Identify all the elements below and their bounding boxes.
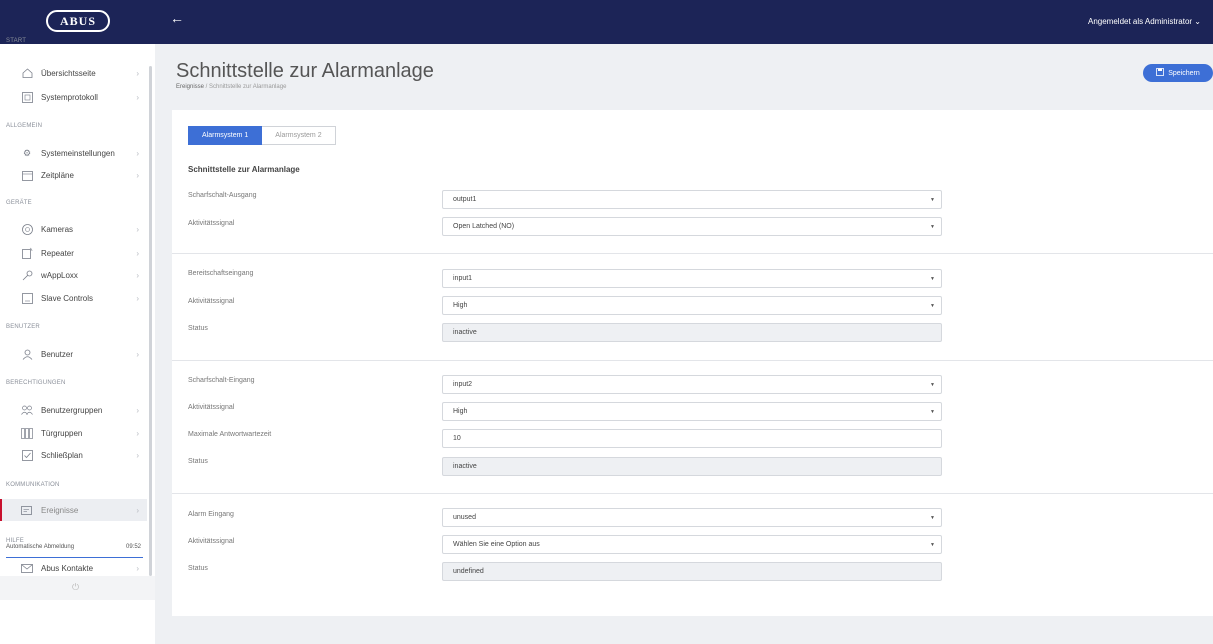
bereitschaftseingang-select[interactable]: input1 ▼ <box>442 269 942 288</box>
sidebar-item-kameras[interactable]: Kameras › <box>0 218 147 240</box>
tab-bar: Alarmsystem 1 Alarmsystem 2 <box>188 126 336 145</box>
chevron-right-icon: › <box>136 293 139 303</box>
chevron-right-icon: › <box>136 405 139 415</box>
page-title: Schnittstelle zur Alarmanlage <box>176 60 434 82</box>
camera-icon <box>20 222 34 236</box>
sidebar-item-systemeinstellungen[interactable]: ⚙ Systemeinstellungen › <box>0 142 147 164</box>
chevron-right-icon: › <box>136 170 139 180</box>
status-field-1: inactive <box>442 323 942 342</box>
field-label: Aktivitätssignal <box>188 538 235 545</box>
users-icon <box>20 403 34 417</box>
caret-down-icon: ▼ <box>930 515 935 521</box>
breadcrumb-root[interactable]: Ereignisse <box>176 84 204 90</box>
field-label: Aktivitätssignal <box>188 298 235 305</box>
chevron-right-icon: › <box>136 450 139 460</box>
sidebar-item-slave-controls[interactable]: Slave Controls › <box>0 287 147 309</box>
field-label: Bereitschaftseingang <box>188 270 254 277</box>
field-label: Scharfschalt-Eingang <box>188 377 255 384</box>
field-label: Alarm Eingang <box>188 511 234 518</box>
chevron-right-icon: › <box>136 224 139 234</box>
breadcrumb-current: Schnittstelle zur Alarmanlage <box>209 84 287 90</box>
repeater-icon <box>20 246 34 260</box>
chevron-right-icon: › <box>136 68 139 78</box>
field-label: Maximale Antwortwartezeit <box>188 431 272 438</box>
chevron-right-icon: › <box>136 505 139 515</box>
section-label-allgemein: ALLGEMEIN <box>6 123 43 129</box>
user-menu[interactable]: Angemeldet als Administrator ⌄ <box>1088 17 1201 26</box>
chevron-right-icon: › <box>136 349 139 359</box>
caret-down-icon: ▼ <box>930 197 935 203</box>
events-icon <box>20 503 34 517</box>
divider <box>172 253 1213 254</box>
auto-logout-progress <box>6 557 143 558</box>
key-icon <box>20 268 34 282</box>
field-label: Status <box>188 565 208 572</box>
aktivitaetssignal-select-3[interactable]: High ▼ <box>442 402 942 421</box>
field-label: Aktivitätssignal <box>188 220 235 227</box>
aktivitaetssignal-select-4[interactable]: Wählen Sie eine Option aus ▼ <box>442 535 942 554</box>
sidebar-item-uebersicht[interactable]: Übersichtsseite › <box>0 62 147 84</box>
section-label-benutzer: BENUTZER <box>6 324 40 330</box>
caret-down-icon: ▼ <box>930 382 935 388</box>
sidebar-item-ereignisse[interactable]: Ereignisse › <box>0 499 147 521</box>
caret-down-icon: ▼ <box>930 303 935 309</box>
door-group-icon <box>20 426 34 440</box>
tab-alarmsystem-2[interactable]: Alarmsystem 2 <box>262 126 336 145</box>
section-title: Schnittstelle zur Alarmanlage <box>188 165 300 174</box>
field-label: Scharfschalt-Ausgang <box>188 192 257 199</box>
aktivitaetssignal-select-2[interactable]: High ▼ <box>442 296 942 315</box>
sidebar-item-schliessplan[interactable]: Schließplan › <box>0 444 147 466</box>
status-field-2: inactive <box>442 457 942 476</box>
log-icon <box>20 90 34 104</box>
chevron-right-icon: › <box>136 428 139 438</box>
sidebar-item-tuergruppen[interactable]: Türgruppen › <box>0 422 147 444</box>
caret-down-icon: ▼ <box>930 224 935 230</box>
caret-down-icon: ▼ <box>930 409 935 415</box>
antwortwartezeit-input[interactable]: 10 <box>442 429 942 448</box>
tab-alarmsystem-1[interactable]: Alarmsystem 1 <box>188 126 263 145</box>
checkbox-icon <box>20 448 34 462</box>
home-icon <box>20 66 34 80</box>
divider <box>172 493 1213 494</box>
alarm-eingang-select[interactable]: unused ▼ <box>442 508 942 527</box>
breadcrumb: Ereignisse / Schnittstelle zur Alarmanla… <box>176 84 287 90</box>
chevron-right-icon: › <box>136 92 139 102</box>
power-icon[interactable]: ⏻ <box>72 582 82 592</box>
gear-icon: ⚙ <box>22 147 32 158</box>
abus-logo[interactable]: ABUS <box>46 10 110 32</box>
chevron-down-icon: ⌄ <box>1194 17 1201 26</box>
divider <box>172 360 1213 361</box>
sidebar-item-benutzer[interactable]: Benutzer › <box>0 343 147 365</box>
save-icon <box>1156 68 1165 78</box>
section-label-berechtigungen: BERECHTIGUNGEN <box>6 380 66 386</box>
calendar-icon <box>20 168 34 182</box>
auto-logout-time: 09:52 <box>125 544 141 550</box>
chevron-right-icon: › <box>136 270 139 280</box>
section-label-geraete: GERÄTE <box>6 200 32 206</box>
scharfschalt-eingang-select[interactable]: input2 ▼ <box>442 375 942 394</box>
save-button[interactable]: Speichern <box>1143 64 1213 82</box>
auto-logout-indicator: Automatische Abmeldung 09:52 <box>0 540 147 572</box>
caret-down-icon: ▼ <box>930 276 935 282</box>
chevron-right-icon: › <box>136 248 139 258</box>
sidebar-item-wapploxx[interactable]: wAppLoxx › <box>0 264 147 286</box>
status-field-3: undefined <box>442 562 942 581</box>
sidebar-item-zeitplaene[interactable]: Zeitpläne › <box>0 164 147 186</box>
caret-down-icon: ▼ <box>930 542 935 548</box>
chevron-right-icon: › <box>136 148 139 158</box>
user-icon <box>20 347 34 361</box>
aktivitaetssignal-select-1[interactable]: Open Latched (NO) ▼ <box>442 217 942 236</box>
section-label-kommunikation: KOMMUNIKATION <box>6 482 60 488</box>
sidebar-item-repeater[interactable]: Repeater › <box>0 242 147 264</box>
arrow-left-icon[interactable]: ← <box>170 10 184 26</box>
section-label-start: START <box>6 38 27 44</box>
scharfschalt-ausgang-select[interactable]: output1 ▼ <box>442 190 942 209</box>
field-label: Aktivitätssignal <box>188 404 235 411</box>
sidebar-item-benutzergruppen[interactable]: Benutzergruppen › <box>0 399 147 421</box>
sidebar-item-systemprotokoll[interactable]: Systemprotokoll › <box>0 86 147 108</box>
device-icon <box>20 291 34 305</box>
field-label: Status <box>188 458 208 465</box>
field-label: Status <box>188 325 208 332</box>
sidebar-scrollbar[interactable] <box>149 66 152 576</box>
